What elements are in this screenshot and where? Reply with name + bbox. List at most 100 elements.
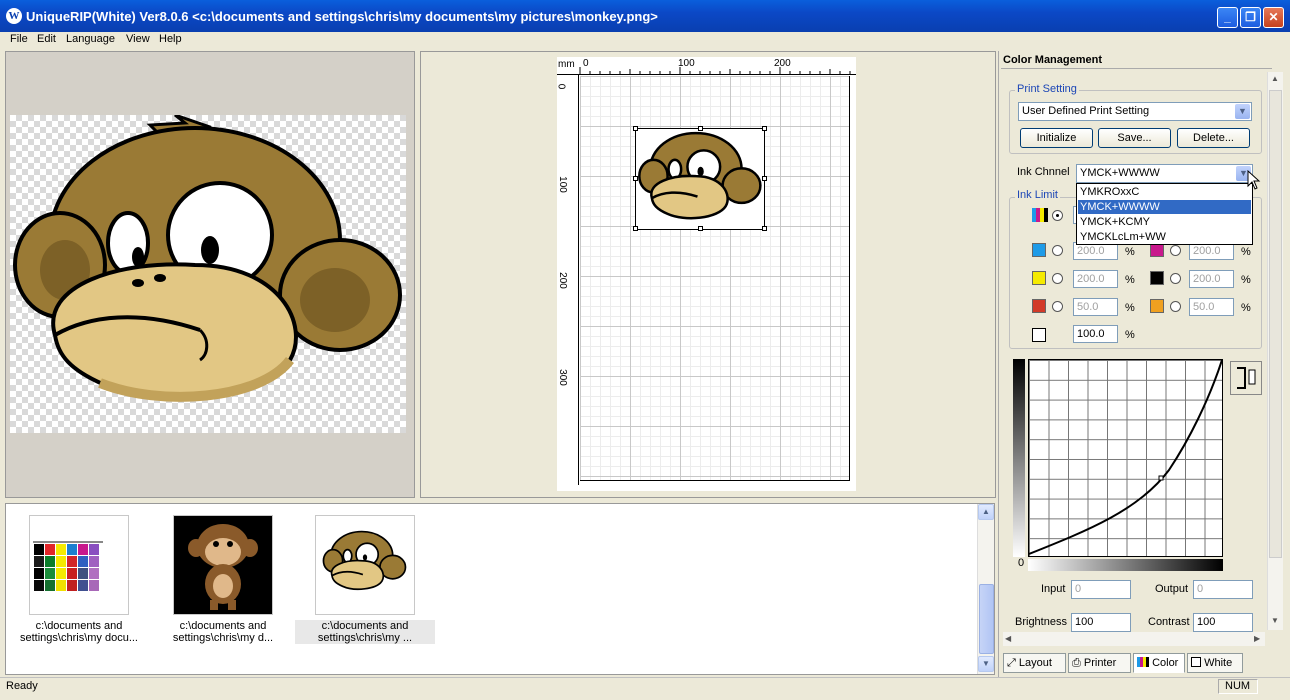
ink-channel-select[interactable]: YMCK+WWWW ▼ xyxy=(1076,164,1253,183)
print-setting-select[interactable]: User Defined Print Setting ▼ xyxy=(1018,102,1252,121)
scroll-down-icon[interactable]: ▼ xyxy=(978,656,994,672)
resize-handle[interactable] xyxy=(633,176,638,181)
percent-label: % xyxy=(1241,302,1251,314)
menu-help[interactable]: Help xyxy=(159,33,182,45)
tab-label: Color xyxy=(1152,657,1179,669)
red-limit-field[interactable]: 50.0 xyxy=(1073,298,1118,316)
thumbnail-scrollbar[interactable]: ▲ ▼ xyxy=(977,504,994,674)
minimize-button[interactable]: _ xyxy=(1217,7,1238,28)
white-limit-field[interactable]: 100.0 xyxy=(1073,325,1118,343)
menu-view[interactable]: View xyxy=(126,33,150,45)
resize-handle[interactable] xyxy=(633,126,638,131)
tab-printer[interactable]: ⎙ Printer xyxy=(1068,653,1131,673)
resize-handle[interactable] xyxy=(762,126,767,131)
curve-tool-button[interactable] xyxy=(1230,361,1262,395)
thumbnail-color-chart[interactable] xyxy=(29,515,129,615)
scroll-left-icon[interactable]: ◀ xyxy=(1005,634,1011,643)
ruler-left-label: 100 xyxy=(556,176,568,193)
percent-label: % xyxy=(1125,274,1135,286)
panel-vscrollbar[interactable]: ▲ ▼ xyxy=(1267,72,1283,630)
tone-curve-graph[interactable] xyxy=(1028,359,1223,557)
resize-handle[interactable] xyxy=(762,176,767,181)
scroll-thumb[interactable] xyxy=(1269,90,1282,558)
brightness-field[interactable]: 100 xyxy=(1071,613,1131,632)
tab-color[interactable]: Color xyxy=(1133,653,1185,673)
contrast-field[interactable]: 100 xyxy=(1193,613,1253,632)
scroll-thumb[interactable] xyxy=(979,584,994,654)
dropdown-option-selected[interactable]: YMCK+WWWW xyxy=(1078,200,1251,214)
tab-layout[interactable]: ⤢ Layout xyxy=(1003,653,1066,673)
input-gradient-strip xyxy=(1028,559,1223,571)
save-button[interactable]: Save... xyxy=(1098,128,1171,148)
mouse-cursor-icon xyxy=(1247,170,1261,190)
ink-channel-dropdown[interactable]: YMKROxxC YMCK+WWWW YMCK+KCMY YMCKLcLm+WW xyxy=(1076,183,1253,245)
percent-label: % xyxy=(1241,246,1251,258)
magenta-radio[interactable] xyxy=(1170,245,1181,256)
menu-language[interactable]: Language xyxy=(66,33,115,45)
ruler-left-label: 200 xyxy=(556,272,568,289)
status-text: Ready xyxy=(6,680,38,692)
placed-image-frame[interactable] xyxy=(633,126,767,231)
scroll-up-icon[interactable]: ▲ xyxy=(978,504,994,520)
red-radio[interactable] xyxy=(1052,301,1063,312)
scroll-right-icon[interactable]: ▶ xyxy=(1254,634,1260,643)
percent-label: % xyxy=(1125,329,1135,341)
resize-handle[interactable] xyxy=(698,226,703,231)
curve-reset-icon xyxy=(1237,367,1256,389)
input-value-field[interactable]: 0 xyxy=(1071,580,1131,599)
cyan-swatch-icon xyxy=(1032,243,1046,257)
print-setting-value: User Defined Print Setting xyxy=(1022,105,1150,117)
close-button[interactable]: ✕ xyxy=(1263,7,1284,28)
dropdown-option[interactable]: YMCKLcLm+WW xyxy=(1078,230,1251,244)
dropdown-option[interactable]: YMKROxxC xyxy=(1078,185,1251,199)
chevron-down-icon[interactable]: ▼ xyxy=(1235,104,1250,119)
menu-file[interactable]: File xyxy=(10,33,28,45)
ruler-ticks xyxy=(579,67,851,75)
window-title: UniqueRIP(White) Ver8.0.6 <c:\documents … xyxy=(26,9,658,24)
contrast-label: Contrast xyxy=(1148,616,1190,628)
scroll-down-icon[interactable]: ▼ xyxy=(1271,616,1279,625)
magenta-swatch-icon xyxy=(1150,243,1164,257)
output-gradient-strip xyxy=(1013,359,1025,557)
tab-white[interactable]: White xyxy=(1187,653,1243,673)
dropdown-option[interactable]: YMCK+KCMY xyxy=(1078,215,1251,229)
printer-icon: ⎙ xyxy=(1072,657,1081,669)
app-logo-icon: W xyxy=(6,8,22,24)
status-bar: Ready NUM xyxy=(0,677,1290,695)
thumbnail-monkey-head[interactable] xyxy=(315,515,415,615)
delete-button[interactable]: Delete... xyxy=(1177,128,1250,148)
orange-limit-field[interactable]: 50.0 xyxy=(1189,298,1234,316)
menu-edit[interactable]: Edit xyxy=(37,33,56,45)
initialize-button[interactable]: Initialize xyxy=(1020,128,1093,148)
scroll-up-icon[interactable]: ▲ xyxy=(1271,74,1279,83)
yellow-limit-field[interactable]: 200.0 xyxy=(1073,270,1118,288)
all-inks-radio[interactable] xyxy=(1052,210,1063,221)
tab-label: Layout xyxy=(1018,657,1052,669)
thumbnail-monkey-full[interactable] xyxy=(173,515,273,615)
cyan-radio[interactable] xyxy=(1052,245,1063,256)
tab-label: White xyxy=(1204,657,1233,669)
panel-title: Color Management xyxy=(1003,54,1103,66)
maximize-button[interactable]: ❐ xyxy=(1240,7,1261,28)
yellow-radio[interactable] xyxy=(1052,273,1063,284)
resize-handle[interactable] xyxy=(633,226,638,231)
orange-radio[interactable] xyxy=(1170,301,1181,312)
panel-hscrollbar[interactable]: ◀ ▶ xyxy=(1003,632,1265,646)
monkey-image-placed xyxy=(638,131,762,220)
color-icon xyxy=(1137,657,1149,667)
ink-limit-title: Ink Limit xyxy=(1015,189,1060,201)
ruler-left-label: 0 xyxy=(555,83,567,90)
tone-curve xyxy=(1028,359,1223,555)
resize-handle[interactable] xyxy=(698,126,703,131)
percent-label: % xyxy=(1125,246,1135,258)
black-radio[interactable] xyxy=(1170,273,1181,284)
caption-line: c:\documents and xyxy=(35,620,123,632)
monkey-head-image xyxy=(322,530,407,591)
output-value-field[interactable]: 0 xyxy=(1193,580,1253,599)
num-lock-indicator: NUM xyxy=(1218,679,1258,694)
layout-icon: ⤢ xyxy=(1007,657,1016,669)
black-limit-field[interactable]: 200.0 xyxy=(1189,270,1234,288)
percent-label: % xyxy=(1125,302,1135,314)
resize-handle[interactable] xyxy=(762,226,767,231)
divider xyxy=(1001,68,1272,69)
